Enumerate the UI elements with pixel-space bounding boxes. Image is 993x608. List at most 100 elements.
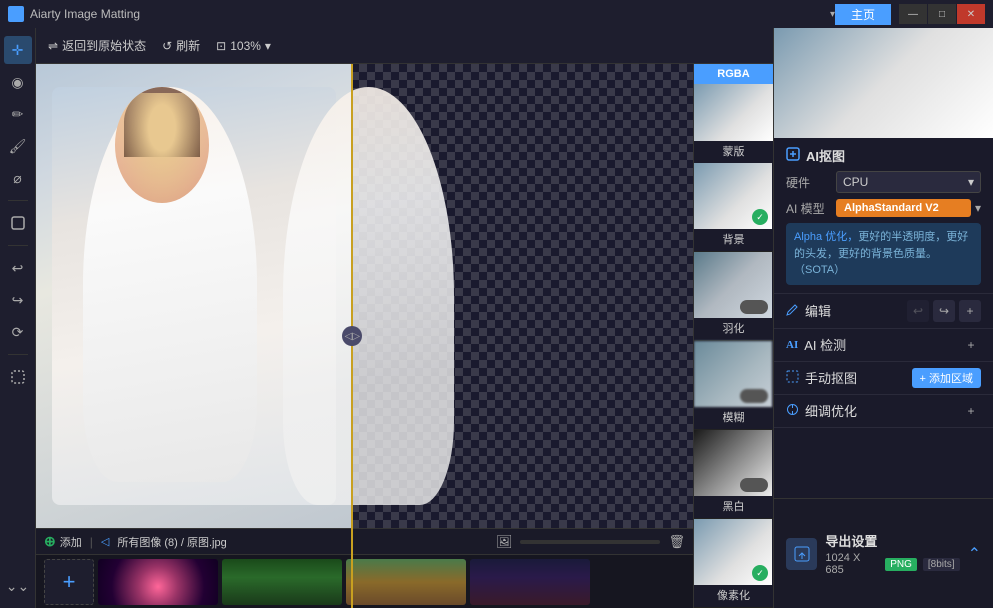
refine-add[interactable]: + (961, 401, 981, 421)
effect-feather-thumb (694, 252, 772, 318)
split-icon: ◁▷ (342, 326, 362, 346)
tool-expand[interactable]: ⌄⌄ (4, 572, 32, 600)
canvas-right (351, 64, 693, 528)
ai-matting-icon (786, 147, 800, 164)
tool-undo[interactable]: ↩ (4, 254, 32, 282)
model-select-row: AlphaStandard V2 ▾ (836, 199, 981, 217)
effect-bw-label: 黑白 (694, 496, 773, 518)
zoom-display[interactable]: ⊡ 103% ▾ (216, 39, 271, 53)
model-arrow[interactable]: ▾ (975, 201, 981, 215)
canvas-split-handle[interactable]: ◁▷ (351, 64, 353, 608)
export-icon (786, 538, 817, 570)
tool-border[interactable] (4, 363, 32, 391)
export-bits: [8bits] (923, 558, 960, 571)
add-area-btn[interactable]: + 添加区域 (912, 368, 981, 388)
tool-shape[interactable] (4, 209, 32, 237)
app-logo (8, 6, 24, 22)
add-icon: ⊕ (44, 533, 56, 550)
close-button[interactable]: ✕ (957, 4, 985, 24)
effect-blur-thumb (694, 341, 772, 407)
ai-matting-section: AI抠图 硬件 CPU ▾ AI 模型 AlphaStandard V2 ▾ (774, 138, 993, 294)
filmstrip-area: ⊕ 添加 | ◁ 所有图像 (8) / 原图.jpg 🖼 🗑 (36, 528, 693, 608)
hardware-label: 硬件 (786, 174, 836, 191)
ai-matting-header: AI抠图 (786, 146, 981, 165)
left-toolbar: ✛ ◉ ✏ 🖌 ⌀ ↩ ↪ ⟳ ⌄⌄ (0, 28, 36, 608)
breadcrumb: 所有图像 (8) / 原图.jpg (117, 534, 226, 550)
effect-bg-label: 背景 (694, 229, 773, 251)
filmstrip-item-1[interactable] (98, 559, 218, 605)
add-files-btn[interactable]: ⊕ 添加 (44, 533, 82, 550)
filmstrip-item-3[interactable] (346, 559, 466, 605)
mask-label: 蒙版 (694, 141, 773, 163)
manual-matting-section[interactable]: 手动抠图 + 添加区域 (774, 362, 993, 395)
hardware-select[interactable]: CPU ▾ (836, 171, 981, 193)
window-controls: — □ ✕ (899, 4, 985, 24)
manual-matting-title: 手动抠图 (805, 368, 912, 387)
undo-btn[interactable]: ↩ (907, 300, 929, 322)
tool-eraser[interactable]: ⌀ (4, 164, 32, 192)
effect-pixel[interactable]: ✓ 像素化 (694, 519, 773, 608)
filmstrip-item-2[interactable] (222, 559, 342, 605)
nav-home[interactable]: 主页 (835, 4, 891, 25)
export-details: 1024 X 685 PNG [8bits] (825, 552, 959, 576)
add-label: 添加 (60, 534, 82, 550)
refine-section[interactable]: 细调优化 + (774, 395, 993, 428)
effect-bg-thumb: ✓ (694, 163, 772, 229)
model-row: AI 模型 AlphaStandard V2 ▾ (786, 199, 981, 217)
panel-spacer (774, 428, 993, 499)
tool-paint[interactable]: 🖌 (4, 132, 32, 160)
tool-redo[interactable]: ↪ (4, 286, 32, 314)
tool-select[interactable]: ✛ (4, 36, 32, 64)
export-dimensions: 1024 X 685 (825, 552, 879, 576)
tool-pen[interactable]: ✏ (4, 100, 32, 128)
back-to-original[interactable]: ⇌ 返回到原始状态 (48, 37, 146, 54)
refine-title: 细调优化 (805, 401, 961, 420)
canvas-toolbar: ⇌ 返回到原始状态 ↺ 刷新 ⊡ 103% ▾ (36, 28, 773, 64)
effect-bw-thumb (694, 430, 772, 496)
toolbar-separator-3 (8, 354, 28, 355)
right-panel: AI抠图 硬件 CPU ▾ AI 模型 AlphaStandard V2 ▾ (773, 28, 993, 608)
ai-detect-add[interactable]: + (961, 335, 981, 355)
refresh-btn[interactable]: ↺ 刷新 (162, 37, 200, 54)
refine-icon (786, 403, 799, 419)
effect-pixel-thumb: ✓ (694, 519, 772, 585)
rgba-tab[interactable]: RGBA (694, 64, 773, 84)
maximize-button[interactable]: □ (928, 4, 956, 24)
ai-detect-section[interactable]: AI AI 检测 + (774, 329, 993, 362)
back-nav[interactable]: ◁ (101, 535, 109, 548)
manual-icon (786, 370, 799, 386)
add-edit-btn[interactable]: + (959, 300, 981, 322)
export-title: 导出设置 (825, 531, 959, 550)
export-expand-btn[interactable]: ⌃ (968, 544, 981, 564)
model-badge[interactable]: AlphaStandard V2 (836, 199, 971, 217)
canvas-view[interactable]: ◁▷ ⊕ 添加 | ◁ 所有图像 (8) / 原图.jpg (36, 64, 693, 608)
tool-rotate[interactable]: ⟳ (4, 318, 32, 346)
delete-btn[interactable]: 🗑 (668, 534, 685, 550)
image-icon: 🖼 (496, 534, 513, 550)
effect-bw[interactable]: 黑白 (694, 430, 773, 519)
effect-bg[interactable]: ✓ 背景 (694, 163, 773, 252)
add-item-btn[interactable]: + (44, 559, 94, 605)
toolbar-separator-2 (8, 245, 28, 246)
scroll-slider[interactable] (520, 540, 660, 544)
filmstrip-item-4[interactable] (470, 559, 590, 605)
export-bar: 导出设置 1024 X 685 PNG [8bits] ⌃ (774, 498, 993, 608)
effect-blur-label: 模糊 (694, 407, 773, 429)
edit-icon (786, 303, 799, 319)
preview-area (774, 28, 993, 138)
tool-brush[interactable]: ◉ (4, 68, 32, 96)
zoom-icon: ⊡ (216, 39, 226, 53)
redo-btn[interactable]: ↪ (933, 300, 955, 322)
back-icon: ⇌ (48, 39, 58, 53)
effect-pixel-label: 像素化 (694, 585, 773, 607)
export-text: 导出设置 1024 X 685 PNG [8bits] (825, 531, 959, 576)
effect-feather[interactable]: 羽化 (694, 252, 773, 341)
export-format: PNG (885, 558, 917, 571)
minimize-button[interactable]: — (899, 4, 927, 24)
zoom-arrow: ▾ (265, 39, 271, 53)
effects-strip: RGBA 蒙版 ✓ 背景 (693, 64, 773, 608)
filmstrip-items: + (36, 555, 693, 608)
preview-thumb[interactable] (694, 84, 773, 141)
edit-section[interactable]: 编辑 ↩ ↪ + (774, 294, 993, 329)
effect-blur[interactable]: 模糊 (694, 341, 773, 430)
